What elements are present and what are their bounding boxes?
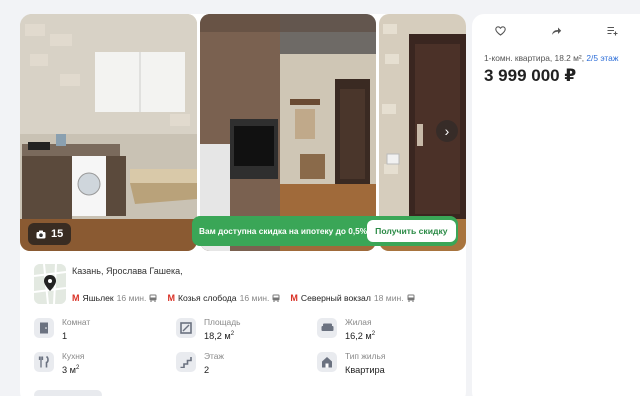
bottom-chip[interactable] (34, 390, 102, 396)
map-thumbnail[interactable] (34, 264, 66, 304)
listing-type: 1-комн. квартира, 18.2 м², (484, 53, 587, 63)
sofa-icon (317, 318, 337, 338)
stairs-icon (176, 352, 196, 372)
param-living-area: Жилая 16,2 м2 (317, 315, 457, 343)
metro-icon: M (167, 293, 175, 303)
chevron-right-icon: › (444, 123, 450, 139)
next-photo-button[interactable]: › (436, 120, 458, 142)
param-label: Тип жилья (345, 351, 386, 361)
photo-count: 15 (51, 228, 64, 240)
metro-station[interactable]: M Козья слобода 16 мин. (167, 293, 280, 303)
action-bar (472, 14, 640, 48)
param-label: Комнат (62, 317, 91, 327)
area-icon (176, 318, 196, 338)
param-floor: Этаж 2 (176, 349, 316, 377)
camera-icon (36, 230, 46, 238)
list-add-icon (607, 26, 617, 36)
param-value: 2 (204, 365, 210, 375)
share-button[interactable] (528, 14, 584, 48)
get-discount-button[interactable]: Получить скидку (367, 220, 456, 242)
param-rooms: Комнат 1 (34, 315, 174, 343)
param-label: Жилая (345, 317, 372, 327)
listing-meta: 1-комн. квартира, 18.2 м², 2/5 этаж (484, 53, 618, 63)
metro-station[interactable]: M Яшьлек 16 мин. (72, 293, 157, 303)
heart-icon (494, 26, 506, 36)
metro-list: M Яшьлек 16 мин. M Козья слобода 16 мин.… (72, 293, 415, 303)
param-value: Квартира (345, 365, 385, 375)
favorite-button[interactable] (472, 14, 528, 48)
metro-name: Северный вокзал (300, 293, 371, 303)
param-kitchen: Кухня 3 м2 (34, 349, 174, 377)
bus-icon (149, 294, 157, 302)
param-label: Этаж (204, 351, 225, 361)
param-label: Кухня (62, 351, 85, 361)
price: 3 999 000 ₽ (484, 66, 577, 85)
param-label: Площадь (204, 317, 241, 327)
metro-icon: M (72, 293, 80, 303)
metro-time: 16 мин. (239, 293, 270, 303)
photo-count-badge[interactable]: 15 (28, 223, 72, 245)
metro-station[interactable]: M Северный вокзал 18 мин. (290, 293, 415, 303)
door-icon (34, 318, 54, 338)
bus-icon (272, 294, 280, 302)
summary-card: 1-комн. квартира, 18.2 м², 2/5 этаж 3 99… (472, 14, 640, 396)
photo-kitchen[interactable] (20, 14, 197, 251)
metro-name: Козья слобода (177, 293, 237, 303)
building-icon (317, 352, 337, 372)
fork-knife-icon (34, 352, 54, 372)
metro-icon: M (290, 293, 298, 303)
compare-button[interactable] (584, 14, 640, 48)
metro-time: 16 мин. (116, 293, 147, 303)
param-value: 1 (62, 331, 68, 341)
promo-text: Вам доступна скидка на ипотеку до 0,5% (199, 226, 368, 236)
param-area: Площадь 18,2 м2 (176, 315, 316, 343)
bus-icon (407, 294, 415, 302)
param-value: 18,2 м2 (204, 331, 235, 342)
param-housing-type: Тип жилья Квартира (317, 349, 457, 377)
param-value: 16,2 м2 (345, 331, 376, 342)
metro-time: 18 мин. (373, 293, 404, 303)
mortgage-promo: Вам доступна скидка на ипотеку до 0,5% П… (192, 216, 458, 246)
param-value: 3 м2 (62, 365, 80, 376)
floor-link[interactable]: 2/5 этаж (586, 53, 618, 63)
metro-name: Яшьлек (82, 293, 114, 303)
share-arrow-icon (551, 27, 561, 35)
address[interactable]: Казань, Ярослава Гашека, (72, 266, 183, 276)
